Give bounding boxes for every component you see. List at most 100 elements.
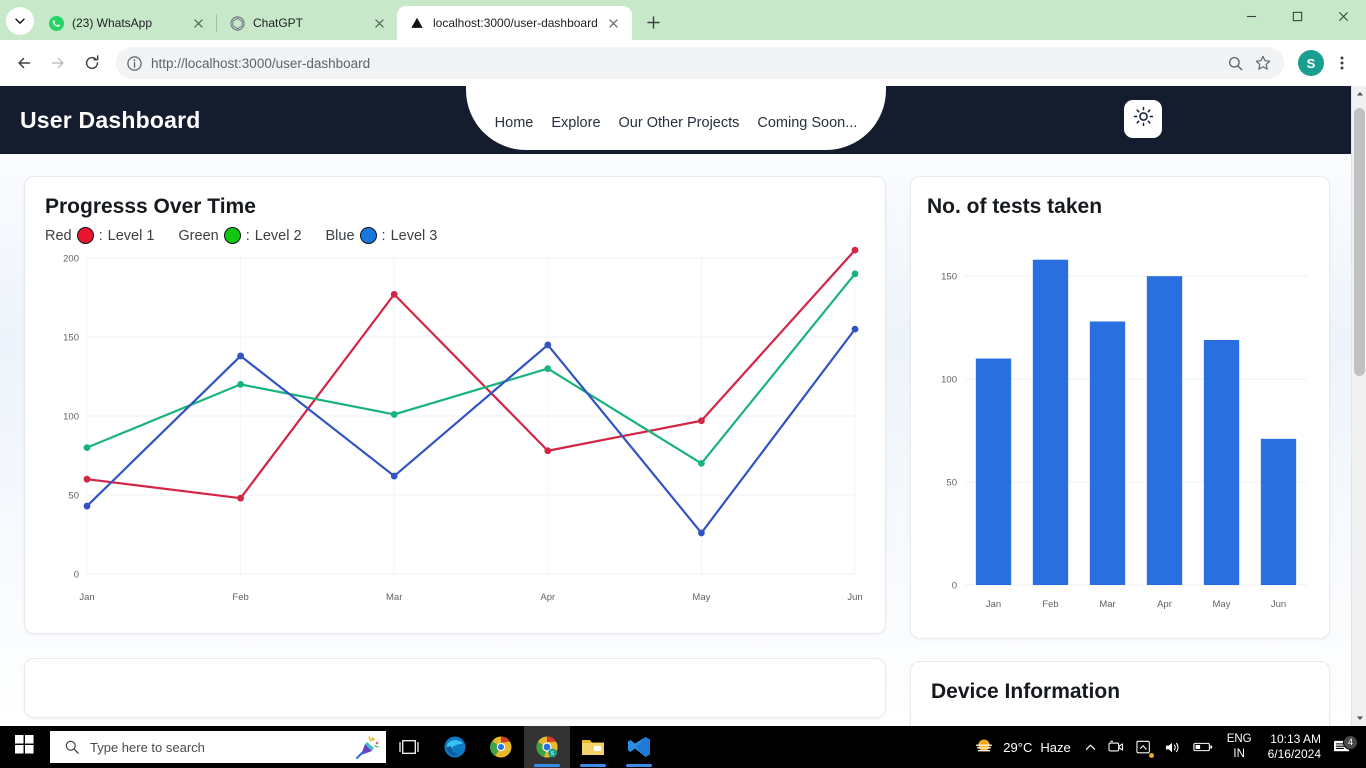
- vscode-icon[interactable]: [616, 726, 662, 768]
- edge-icon[interactable]: [432, 726, 478, 768]
- clock-time: 10:13 AM: [1270, 732, 1321, 746]
- browser-window: (23) WhatsApp ChatGPT localhost:3000/use…: [0, 0, 1366, 726]
- chrome-icon[interactable]: S: [524, 726, 570, 768]
- close-icon[interactable]: [371, 15, 387, 31]
- close-icon[interactable]: [606, 15, 622, 31]
- back-arrow-icon[interactable]: [8, 47, 40, 79]
- theme-toggle-button[interactable]: [1124, 100, 1162, 138]
- svg-text:50: 50: [946, 478, 957, 489]
- url-text: http://localhost:3000/user-dashboard: [151, 55, 371, 71]
- profile-avatar[interactable]: S: [1298, 50, 1324, 76]
- reload-icon[interactable]: [76, 47, 108, 79]
- svg-text:Feb: Feb: [232, 592, 248, 603]
- tab-title: (23) WhatsApp: [72, 16, 153, 30]
- svg-text:50: 50: [68, 491, 79, 502]
- forward-arrow-icon[interactable]: [42, 47, 74, 79]
- blue-dot-icon: [359, 227, 377, 244]
- system-tray: 29°C Haze ENG IN 10:13 AM 6/16/2024 4: [969, 726, 1366, 768]
- speaker-icon[interactable]: [1158, 726, 1187, 768]
- address-bar[interactable]: http://localhost:3000/user-dashboard: [116, 47, 1284, 79]
- svg-text:S: S: [551, 751, 555, 757]
- weather-widget[interactable]: 29°C Haze: [969, 737, 1078, 757]
- tab-chatgpt[interactable]: ChatGPT: [217, 6, 397, 40]
- close-button[interactable]: [1320, 0, 1366, 32]
- tab-search-chevron-icon[interactable]: [6, 7, 34, 35]
- vercel-icon: [409, 15, 425, 31]
- lower-left-card: [24, 658, 886, 718]
- progress-line-chart[interactable]: 0 50 100 150 200 Jan Feb Mar Apr May Jun: [45, 244, 865, 614]
- minimize-button[interactable]: [1228, 0, 1274, 32]
- scrollbar-thumb[interactable]: [1354, 108, 1365, 376]
- taskbar-search[interactable]: Type here to search: [50, 731, 386, 763]
- svg-text:Jun: Jun: [847, 592, 862, 603]
- show-hidden-icons-button[interactable]: [1079, 726, 1102, 768]
- battery-icon[interactable]: [1187, 726, 1219, 768]
- nav-link-home[interactable]: Home: [495, 115, 534, 131]
- svg-text:150: 150: [63, 333, 79, 344]
- zoom-search-icon[interactable]: [1227, 55, 1244, 72]
- legend-level: Level 1: [107, 227, 155, 244]
- notification-badge: 4: [1343, 734, 1358, 750]
- svg-text:Feb: Feb: [1042, 599, 1058, 610]
- confetti-icon[interactable]: [352, 734, 380, 760]
- magnifier-icon: [64, 739, 80, 755]
- tab-user-dashboard[interactable]: localhost:3000/user-dashboard: [397, 6, 632, 40]
- svg-text:Jun: Jun: [1271, 599, 1286, 610]
- svg-text:100: 100: [63, 412, 79, 423]
- legend-color-name: Red: [45, 227, 72, 244]
- svg-text:Apr: Apr: [540, 592, 555, 603]
- tab-title: localhost:3000/user-dashboard: [433, 16, 598, 30]
- file-explorer-icon[interactable]: [570, 726, 616, 768]
- firefox-icon[interactable]: [478, 726, 524, 768]
- scroll-down-arrow-icon[interactable]: [1352, 710, 1366, 726]
- start-button[interactable]: [0, 726, 48, 768]
- clock[interactable]: 10:13 AM 6/16/2024: [1260, 732, 1329, 762]
- tab-whatsapp[interactable]: (23) WhatsApp: [36, 6, 216, 40]
- windows-taskbar: Type here to search S 29°C Haze ENG IN 1…: [0, 726, 1366, 768]
- language-indicator[interactable]: ENG IN: [1219, 732, 1260, 762]
- onedrive-icon[interactable]: [1130, 726, 1158, 768]
- task-view-icon[interactable]: [386, 726, 432, 768]
- camera-icon[interactable]: [1102, 726, 1130, 768]
- svg-text:Jan: Jan: [79, 592, 94, 603]
- svg-text:May: May: [1213, 599, 1231, 610]
- legend-level: Level 3: [390, 227, 438, 244]
- svg-text:0: 0: [952, 581, 957, 592]
- windows-logo-icon: [14, 735, 34, 759]
- scroll-up-arrow-icon[interactable]: [1352, 86, 1366, 102]
- page-scrollbar[interactable]: [1351, 86, 1366, 726]
- notification-center-button[interactable]: 4: [1329, 734, 1362, 756]
- legend-label: :: [381, 227, 386, 244]
- tests-taken-card: No. of tests taken 0 50 100 150 Jan Feb Mar Apr…: [910, 176, 1330, 639]
- svg-text:200: 200: [63, 254, 79, 265]
- new-tab-button[interactable]: [640, 8, 668, 36]
- legend-color-name: Blue: [325, 227, 355, 244]
- language-top: ENG: [1226, 733, 1252, 745]
- star-icon[interactable]: [1254, 54, 1272, 72]
- svg-text:May: May: [692, 592, 710, 603]
- right-column: No. of tests taken 0 50 100 150 Jan Feb Mar Apr…: [910, 176, 1330, 726]
- legend-label: :: [245, 227, 250, 244]
- svg-text:Apr: Apr: [1157, 599, 1172, 610]
- legend-label: :: [98, 227, 103, 244]
- site-navbar: User Dashboard Home Explore Our Other Pr…: [0, 86, 1352, 154]
- svg-text:150: 150: [941, 272, 957, 283]
- page-viewport: User Dashboard Home Explore Our Other Pr…: [0, 86, 1366, 726]
- info-icon[interactable]: [126, 55, 143, 72]
- tests-taken-bar-chart[interactable]: 0 50 100 150 Jan Feb Mar Apr May Jun: [927, 219, 1315, 619]
- kebab-menu-icon[interactable]: [1326, 47, 1358, 79]
- chatgpt-icon: [229, 15, 245, 31]
- legend-item-level-1: Red : Level 1: [45, 227, 154, 244]
- svg-text:100: 100: [941, 375, 957, 386]
- chart-legend: Red : Level 1 Green : Level 2 Blue: Lev…: [45, 227, 865, 244]
- nav-link-coming-soon[interactable]: Coming Soon...: [757, 115, 857, 131]
- sun-icon: [1133, 106, 1154, 132]
- weather-condition: Haze: [1040, 739, 1071, 755]
- nav-link-explore[interactable]: Explore: [551, 115, 600, 131]
- nav-link-our-other-projects[interactable]: Our Other Projects: [619, 115, 740, 131]
- page-title: User Dashboard: [20, 106, 201, 133]
- maximize-button[interactable]: [1274, 0, 1320, 32]
- svg-text:Mar: Mar: [1099, 599, 1115, 610]
- clock-date: 6/16/2024: [1267, 747, 1321, 761]
- close-icon[interactable]: [190, 15, 206, 31]
